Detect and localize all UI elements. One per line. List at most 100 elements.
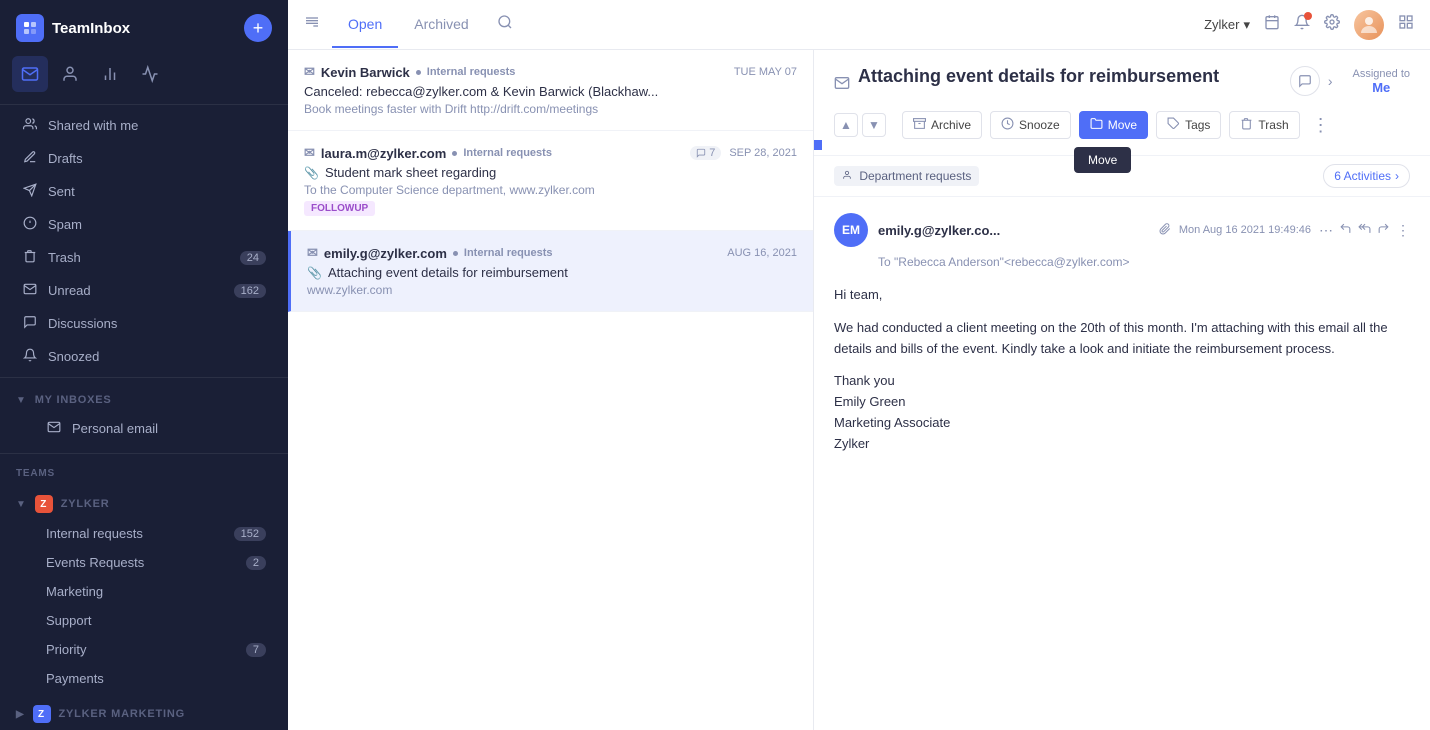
- move-icon: [1090, 117, 1103, 133]
- comment-badge-2: 7: [690, 146, 721, 160]
- email-date-3: AUG 16, 2021: [727, 247, 797, 259]
- sidebar-contacts-icon[interactable]: [52, 56, 88, 92]
- chat-icon-button[interactable]: [1290, 66, 1320, 96]
- unread-badge: 162: [234, 284, 266, 298]
- sidebar-activity-icon[interactable]: [132, 56, 168, 92]
- sidebar-item-sent[interactable]: Sent: [6, 176, 282, 207]
- email-date-2: SEP 28, 2021: [729, 147, 797, 159]
- search-icon[interactable]: [497, 14, 513, 35]
- more-dots-icon[interactable]: ⋯: [1319, 222, 1333, 239]
- email-detail: Attaching event details for reimbursemen…: [814, 50, 1430, 730]
- calendar-icon[interactable]: [1264, 14, 1280, 35]
- email-sender-2: ✉ laura.m@zylker.com Internal requests: [304, 145, 552, 161]
- snoozed-icon: [22, 348, 38, 365]
- discussions-label: Discussions: [48, 316, 266, 331]
- nav-up-arrow[interactable]: ▲: [834, 113, 858, 137]
- email-action-icons: ⋯: [1319, 222, 1410, 239]
- department-requests-tag[interactable]: Department requests: [834, 166, 979, 186]
- email-item-1[interactable]: ✉ Kevin Barwick Internal requests TUE MA…: [288, 50, 813, 131]
- assigned-to-box: Assigned to Me: [1353, 68, 1410, 95]
- sidebar-item-priority[interactable]: Priority 7: [6, 636, 282, 663]
- action-more-icon[interactable]: ⋮: [1312, 115, 1330, 136]
- sidebar-icon-row: [0, 56, 288, 100]
- sender-avatar: EM: [834, 213, 868, 247]
- main-content: Open Archived Zylker ▾: [288, 0, 1430, 730]
- dot-sep-1: [416, 70, 421, 75]
- sidebar-item-discussions[interactable]: Discussions: [6, 308, 282, 339]
- trash-button[interactable]: Trash: [1229, 111, 1299, 139]
- compose-button[interactable]: +: [244, 14, 272, 42]
- my-inboxes-header[interactable]: ▼ My Inboxes: [0, 388, 288, 412]
- settings-icon[interactable]: [1324, 14, 1340, 35]
- internal-requests-badge: 152: [234, 527, 266, 541]
- forward-icon[interactable]: [1377, 222, 1390, 239]
- snoozed-label: Snoozed: [48, 349, 266, 364]
- move-tooltip-label: Move: [1074, 147, 1131, 173]
- attach-icon-2: 📎: [304, 166, 319, 180]
- marketing-label: Marketing: [46, 584, 266, 599]
- nav-arrows: ▲ ▼: [834, 113, 886, 137]
- nav-down-arrow[interactable]: ▼: [862, 113, 886, 137]
- more-options-icon[interactable]: ⋮: [1396, 222, 1410, 239]
- drafts-label: Drafts: [48, 151, 266, 166]
- sidebar-item-events-requests[interactable]: Events Requests 2: [6, 549, 282, 576]
- topnav-tabs: Open Archived: [332, 2, 485, 48]
- notification-icon[interactable]: [1294, 14, 1310, 35]
- from-row: EM emily.g@zylker.co... Mon Aug 16 2021 …: [834, 213, 1410, 247]
- email-sender-1: ✉ Kevin Barwick Internal requests: [304, 64, 515, 80]
- sidebar-item-payments[interactable]: Payments: [6, 665, 282, 692]
- zylker-avatar: Z: [35, 495, 53, 513]
- detail-title: Attaching event details for reimbursemen…: [858, 66, 1219, 87]
- sidebar-reports-icon[interactable]: [92, 56, 128, 92]
- tab-open[interactable]: Open: [332, 2, 398, 48]
- email-body: EM emily.g@zylker.co... Mon Aug 16 2021 …: [814, 197, 1430, 483]
- sidebar-item-personal-email[interactable]: Personal email: [6, 413, 282, 444]
- email-item-3[interactable]: ✉ emily.g@zylker.com Internal requests A…: [288, 231, 813, 312]
- sidebar-item-marketing[interactable]: Marketing: [6, 578, 282, 605]
- filter-icon[interactable]: [304, 14, 320, 35]
- logo-icon: [16, 14, 44, 42]
- sidebar-item-drafts[interactable]: Drafts: [6, 143, 282, 174]
- discussions-icon: [22, 315, 38, 332]
- email-item-2[interactable]: ✉ laura.m@zylker.com Internal requests 7…: [288, 131, 813, 231]
- user-avatar[interactable]: [1354, 10, 1384, 40]
- email-subject-3: 📎 Attaching event details for reimbursem…: [307, 265, 797, 280]
- move-tooltip: Move: [1074, 149, 1131, 173]
- zylker-chevron: ▼: [16, 499, 27, 510]
- sender-info: emily.g@zylker.co...: [878, 223, 1149, 238]
- sidebar-item-internal-requests[interactable]: Internal requests 152: [6, 520, 282, 547]
- email-list: ✉ Kevin Barwick Internal requests TUE MA…: [288, 50, 814, 730]
- tags-button[interactable]: Tags: [1156, 111, 1221, 139]
- email-dot-indicator: [814, 140, 822, 150]
- activities-button[interactable]: 6 Activities ›: [1323, 164, 1410, 188]
- assigned-to-value: Me: [1353, 80, 1410, 95]
- move-button[interactable]: Move: [1079, 111, 1148, 139]
- detail-actions: ▲ ▼ Archive: [834, 111, 1410, 139]
- zylker-team-header[interactable]: ▼ Z ZYLKER: [0, 489, 288, 519]
- sidebar-item-support[interactable]: Support: [6, 607, 282, 634]
- snooze-button[interactable]: Snooze: [990, 111, 1071, 139]
- sidebar-item-unread[interactable]: Unread 162: [6, 275, 282, 306]
- my-inboxes-chevron: ▼: [16, 395, 27, 406]
- my-inboxes-label: My Inboxes: [35, 394, 112, 406]
- email-icon-1: ✉: [304, 64, 315, 80]
- reply-all-icon[interactable]: [1358, 222, 1371, 239]
- apps-grid-icon[interactable]: [1398, 14, 1414, 35]
- archive-icon: [913, 117, 926, 133]
- sidebar-item-spam[interactable]: Spam: [6, 209, 282, 240]
- sidebar-inbox-icon[interactable]: [12, 56, 48, 92]
- zylker-marketing-header[interactable]: ▶ Z ZYLKER MARKETING: [0, 699, 288, 729]
- tab-archived[interactable]: Archived: [398, 2, 484, 48]
- detail-header: Attaching event details for reimbursemen…: [814, 50, 1430, 156]
- sidebar-item-snoozed[interactable]: Snoozed: [6, 341, 282, 372]
- attach-icon-3: 📎: [307, 266, 322, 280]
- drafts-icon: [22, 150, 38, 167]
- sidebar-item-shared[interactable]: Shared with me: [6, 110, 282, 141]
- email-subject-1: Canceled: rebecca@zylker.com & Kevin Bar…: [304, 84, 797, 99]
- trash-icon: [22, 249, 38, 266]
- expand-icon[interactable]: ›: [1328, 73, 1333, 89]
- user-menu[interactable]: Zylker ▾: [1204, 17, 1250, 33]
- reply-icon[interactable]: [1339, 222, 1352, 239]
- sidebar-item-trash[interactable]: Trash 24: [6, 242, 282, 273]
- archive-button[interactable]: Archive: [902, 111, 982, 139]
